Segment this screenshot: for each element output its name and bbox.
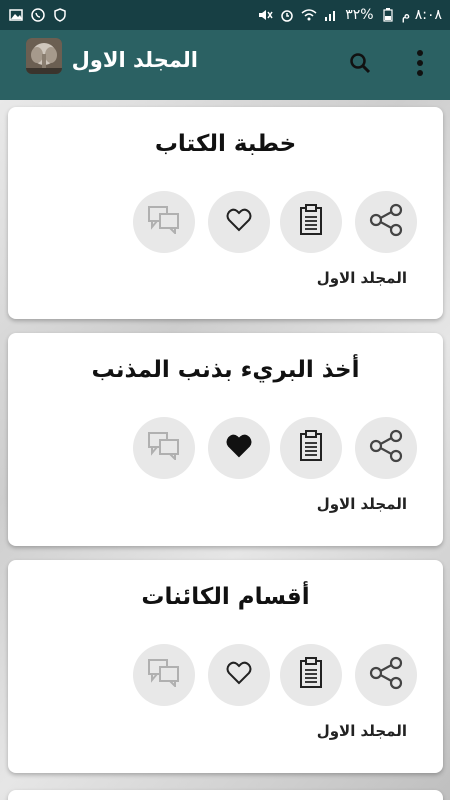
mute-icon bbox=[257, 7, 273, 23]
card-title: أقسام الكائنات bbox=[141, 584, 310, 610]
search-icon bbox=[348, 51, 372, 79]
status-right: ٣٢% ٨:٠٨ م bbox=[257, 7, 442, 23]
share-icon bbox=[368, 202, 404, 242]
copy-button[interactable] bbox=[280, 417, 342, 479]
heart-filled-icon bbox=[226, 434, 252, 462]
article-card[interactable]: خطبة الكتاب المجلد الاول bbox=[8, 107, 443, 319]
share-button[interactable] bbox=[355, 191, 417, 253]
vpn-icon bbox=[52, 7, 68, 23]
card-actions bbox=[8, 644, 443, 706]
status-bar: ٣٢% ٨:٠٨ م bbox=[0, 0, 450, 30]
copy-button[interactable] bbox=[280, 644, 342, 706]
app-logo bbox=[26, 38, 62, 74]
card-title: أخذ البريء بذنب المذنب bbox=[91, 357, 360, 383]
card-volume-label: المجلد الاول bbox=[316, 269, 407, 287]
share-button[interactable] bbox=[355, 417, 417, 479]
search-button[interactable] bbox=[340, 45, 380, 85]
status-left bbox=[8, 7, 68, 23]
comments-icon bbox=[148, 432, 180, 464]
heart-outline-icon bbox=[226, 661, 252, 689]
article-card[interactable]: أقسام الكائنات المجلد الاول bbox=[8, 560, 443, 773]
battery-icon bbox=[380, 7, 396, 23]
clipboard-icon bbox=[299, 204, 323, 240]
signal-icon bbox=[323, 7, 339, 23]
favorite-button[interactable] bbox=[208, 191, 270, 253]
clipboard-icon bbox=[299, 657, 323, 693]
comments-button[interactable] bbox=[133, 191, 195, 253]
whatsapp-icon bbox=[30, 7, 46, 23]
article-card[interactable]: أخذ البريء بذنب المذنب المجلد الاول bbox=[8, 333, 443, 546]
card-volume-label: المجلد الاول bbox=[316, 495, 407, 513]
card-volume-label: المجلد الاول bbox=[316, 722, 407, 740]
content-area: خطبة الكتاب المجلد الاول أخذ البريء بذنب… bbox=[0, 100, 450, 800]
comments-button[interactable] bbox=[133, 644, 195, 706]
image-icon bbox=[8, 7, 24, 23]
more-menu-button[interactable] bbox=[400, 30, 440, 100]
favorite-button[interactable] bbox=[208, 644, 270, 706]
clock: ٨:٠٨ م bbox=[401, 7, 442, 23]
share-icon bbox=[368, 655, 404, 695]
alarm-icon bbox=[279, 7, 295, 23]
comments-icon bbox=[148, 206, 180, 238]
app-bar: المجلد الاول bbox=[0, 30, 450, 100]
comments-button[interactable] bbox=[133, 417, 195, 479]
app-title: المجلد الاول bbox=[71, 48, 198, 72]
more-vert-icon bbox=[416, 49, 424, 81]
card-actions bbox=[8, 417, 443, 479]
card-actions bbox=[8, 191, 443, 253]
clipboard-icon bbox=[299, 430, 323, 466]
heart-outline-icon bbox=[226, 208, 252, 236]
article-card[interactable] bbox=[8, 790, 443, 800]
comments-icon bbox=[148, 659, 180, 691]
share-button[interactable] bbox=[355, 644, 417, 706]
card-title: خطبة الكتاب bbox=[154, 131, 297, 157]
share-icon bbox=[368, 428, 404, 468]
battery-percent: ٣٢% bbox=[345, 7, 374, 23]
favorite-button[interactable] bbox=[208, 417, 270, 479]
wifi-icon bbox=[301, 7, 317, 23]
copy-button[interactable] bbox=[280, 191, 342, 253]
